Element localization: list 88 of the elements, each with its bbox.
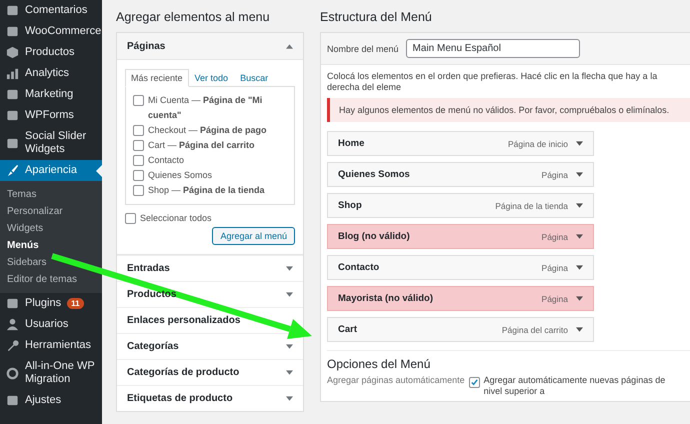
caret-icon[interactable] <box>576 265 583 270</box>
sidebar-item[interactable]: Comentarios <box>0 0 102 21</box>
menu-item-type: Página de la tienda <box>495 200 568 210</box>
submenu-item[interactable]: Editor de temas <box>0 271 102 288</box>
person-icon <box>6 318 19 331</box>
menu-item-type: Página <box>542 232 568 242</box>
tab[interactable]: Más reciente <box>125 69 189 87</box>
menu-item-type: Página del carrito <box>502 324 568 334</box>
menu-item-type: Página de inicio <box>508 138 568 148</box>
option-label: Agregar páginas automáticamente <box>327 375 465 386</box>
section-title: Opciones del Menú <box>327 357 432 371</box>
bar-chart-icon <box>6 67 19 80</box>
menu-item[interactable]: Shop Página de la tienda <box>327 193 594 218</box>
section-title: Categorías <box>127 341 179 352</box>
menu-item-title: Mayorista (no válido) <box>338 293 434 304</box>
sidebar-item[interactable]: Analytics <box>0 63 102 84</box>
menu-item-type: Página <box>542 294 568 304</box>
checkbox[interactable] <box>133 170 144 181</box>
section-title: Categorías de producto <box>127 367 240 378</box>
tab[interactable]: Buscar <box>234 69 274 87</box>
submenu-item[interactable]: Temas <box>0 186 102 203</box>
sidebar-item[interactable]: WooCommerce <box>0 21 102 42</box>
page-option-label: Mi Cuenta — Página de "Mi cuenta" <box>148 94 264 122</box>
caret-icon[interactable] <box>576 234 583 239</box>
wrench-icon <box>6 339 19 352</box>
update-count-badge: 11 <box>67 298 84 309</box>
section-title: Enlaces personalizados <box>127 315 240 326</box>
sidebar-item[interactable]: Herramientas <box>0 335 102 356</box>
menu-item-type: Página <box>542 170 568 180</box>
error-notice: Hay algunos elementos de menú no válidos. Por favor, compruébalos o elimínalos. <box>327 98 690 122</box>
menu-item-type: Página <box>542 262 568 272</box>
sidebar-item[interactable]: Productos <box>0 42 102 63</box>
menu-item-title: Cart <box>338 324 358 335</box>
page-option-label: Checkout — Página de pago <box>148 124 267 137</box>
add-to-menu-button[interactable]: Agregar al menú <box>212 227 295 245</box>
page-option-label: Quienes Somos <box>148 169 212 182</box>
checkbox[interactable] <box>133 125 144 136</box>
caret-icon[interactable] <box>576 141 583 146</box>
panel-title: Agregar elementos al menu <box>116 10 271 24</box>
menu-item-title: Quienes Somos <box>338 169 411 180</box>
menu-name-field[interactable]: Main Menu Español <box>406 39 580 58</box>
option-description: Agregar automáticamente nuevas páginas de nivel superior a <box>484 375 666 397</box>
section-title: Entradas <box>127 263 170 274</box>
caret-icon[interactable] <box>576 327 583 332</box>
submenu-item[interactable]: Sidebars <box>0 254 102 271</box>
checkbox[interactable] <box>125 213 136 224</box>
caret-icon[interactable] <box>576 203 583 208</box>
menu-item[interactable]: Quienes Somos Página <box>327 162 594 187</box>
panel-title: Estructura del Menú <box>320 10 433 24</box>
menu-item[interactable]: Home Página de inicio <box>327 131 594 156</box>
menu-item-title: Shop <box>338 200 363 211</box>
caret-icon[interactable] <box>576 296 583 301</box>
menu-item-title: Blog (no válido) <box>338 231 411 242</box>
sidebar-item[interactable]: Marketing <box>0 84 102 105</box>
brush-icon <box>6 164 19 177</box>
menu-item[interactable]: Cart Página del carrito <box>327 317 594 342</box>
cube-icon <box>6 46 19 59</box>
page-option-label: Cart — Página del carrito <box>148 139 255 152</box>
caret-icon[interactable] <box>576 172 583 177</box>
menu-item[interactable]: Mayorista (no válido) Página <box>327 286 594 311</box>
sidebar-item[interactable]: Plugins 11 <box>0 293 102 314</box>
menu-item[interactable]: Contacto Página <box>327 255 594 280</box>
page-option-label: Contacto <box>148 154 184 167</box>
sidebar-item[interactable]: Apariencia <box>0 160 102 181</box>
menu-item[interactable]: Blog (no válido) Página <box>327 224 594 249</box>
checkbox[interactable] <box>468 377 480 388</box>
submenu-item[interactable]: Widgets <box>0 220 102 237</box>
checkbox[interactable] <box>133 140 144 151</box>
checkbox[interactable] <box>133 155 144 166</box>
menu-item-title: Contacto <box>338 262 380 273</box>
tab[interactable]: Ver todo <box>188 69 234 87</box>
submenu-item[interactable]: Personalizar <box>0 203 102 220</box>
sidebar-item[interactable]: Ajustes <box>0 390 102 411</box>
instructions-text: Colocá los elementos en el orden que prefieras. Hacé clic en la flecha que hay a la derecha del eleme <box>327 71 658 93</box>
page-option-label: Shop — Página de la tienda <box>148 184 265 197</box>
submenu-item[interactable]: Menús <box>0 237 102 254</box>
sidebar-item[interactable]: Usuarios <box>0 314 102 335</box>
section-title: Etiquetas de producto <box>127 393 233 404</box>
field-label: Nombre del menú <box>327 44 399 54</box>
sidebar-item[interactable]: All-in-One WP Migration <box>0 356 102 390</box>
select-all-label: Seleccionar todos <box>140 212 212 225</box>
sidebar-item[interactable]: Social Slider Widgets <box>0 126 102 160</box>
accordion-header[interactable]: Páginas <box>117 33 303 60</box>
sidebar-item[interactable]: WPForms <box>0 105 102 126</box>
section-title: Páginas <box>127 40 166 52</box>
menu-item-title: Home <box>338 138 366 149</box>
checkbox[interactable] <box>133 95 144 106</box>
checkbox[interactable] <box>133 185 144 196</box>
